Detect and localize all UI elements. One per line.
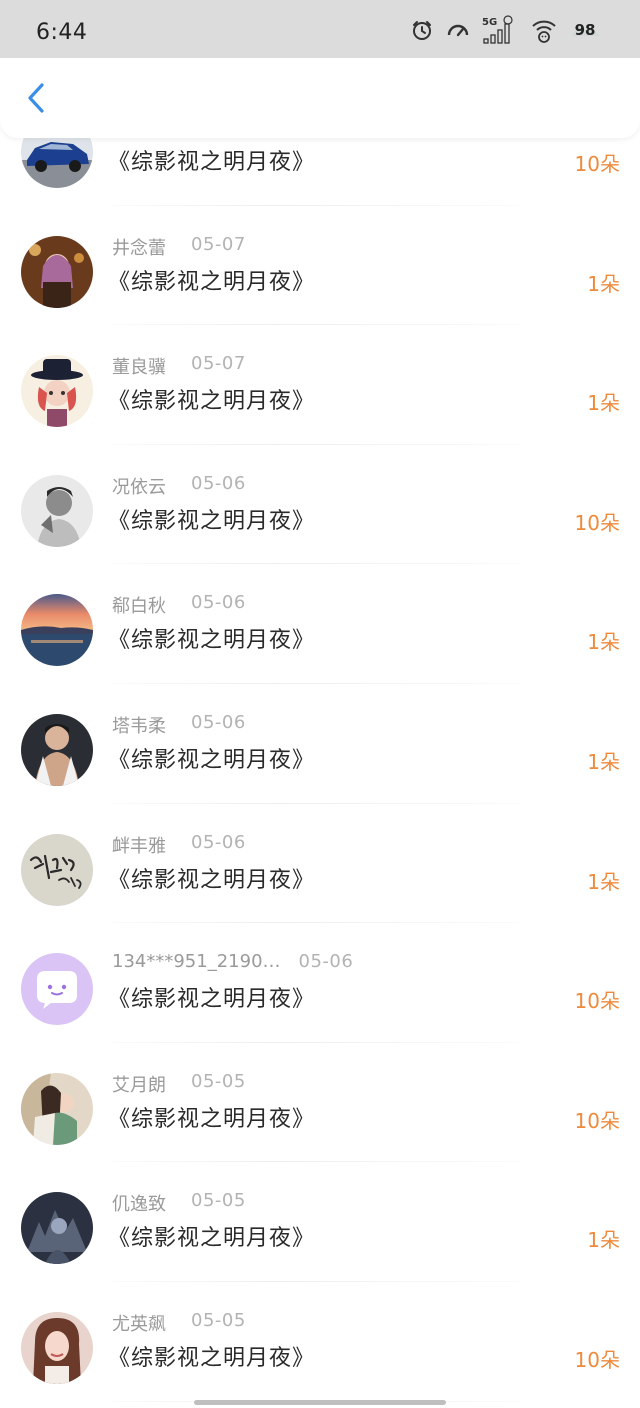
list-item-6[interactable]: 塔韦柔 05-06 《综影视之明月夜》 1朵 (0, 684, 640, 804)
user-name: 井念蕾 (112, 237, 166, 259)
list-item-2[interactable]: 井念蕾 05-07 《综影视之明月夜》 1朵 (0, 206, 640, 326)
book-title: 《综影视之明月夜》 (108, 747, 316, 773)
wifi-icon (530, 16, 558, 44)
flower-amount: 1朵 (587, 630, 620, 655)
record-date: 05-07 (191, 353, 246, 375)
home-indicator[interactable] (194, 1400, 446, 1405)
avatar-calligraphy[interactable] (21, 833, 93, 906)
list-item-5[interactable]: 郗白秋 05-06 《综影视之明月夜》 1朵 (0, 564, 640, 684)
avatar-default-chat[interactable] (21, 953, 93, 1026)
avatar-dark-fantasy[interactable] (21, 1192, 93, 1265)
book-title: 《综影视之明月夜》 (108, 508, 316, 534)
user-name: 郗白秋 (112, 596, 166, 618)
record-date: 05-05 (191, 1309, 246, 1331)
avatar-anime-girl[interactable] (21, 235, 93, 308)
flower-amount: 10朵 (574, 1108, 620, 1133)
svg-text:5G: 5G (482, 17, 497, 28)
book-title: 《综影视之明月夜》 (108, 987, 316, 1013)
flower-amount: 10朵 (574, 510, 620, 535)
user-name: 尤英飙 (112, 1313, 166, 1335)
avatar-sunset[interactable] (21, 594, 93, 667)
status-time: 6:44 (36, 20, 88, 45)
book-title: 《综影视之明月夜》 (108, 1106, 316, 1132)
book-title: 《综影视之明月夜》 (108, 1345, 316, 1371)
list-item-10[interactable]: 仉逸致 05-05 《综影视之明月夜》 1朵 (0, 1162, 640, 1282)
record-date: 05-06 (298, 951, 354, 973)
flower-amount: 1朵 (587, 749, 620, 774)
back-button[interactable] (18, 80, 54, 116)
flower-amount: 1朵 (587, 391, 620, 416)
chevron-left-icon (28, 83, 44, 113)
user-name: 艾月朗 (112, 1074, 166, 1096)
list-item-4[interactable]: 况依云 05-06 《综影视之明月夜》 10朵 (0, 445, 640, 565)
book-title: 《综影视之明月夜》 (108, 628, 316, 654)
user-name: 董良骥 (112, 357, 166, 379)
record-date: 05-05 (191, 1190, 246, 1212)
status-icons: 5G 98 (410, 14, 604, 46)
top-nav-bar (0, 58, 640, 138)
flower-amount: 10朵 (574, 989, 620, 1014)
flower-amount: 1朵 (587, 271, 620, 296)
book-title: 《综影视之明月夜》 (108, 867, 316, 893)
user-name: 赫夏青 (112, 138, 166, 140)
flower-amount: 1朵 (587, 869, 620, 894)
user-name: 衅丰雅 (112, 835, 166, 857)
flower-amount: 1朵 (587, 1228, 620, 1253)
alarm-icon (410, 18, 434, 42)
battery-level: 98 (574, 21, 596, 39)
list-item-7[interactable]: 衅丰雅 05-06 《综影视之明月夜》 1朵 (0, 804, 640, 924)
avatar-car[interactable] (21, 138, 93, 188)
avatar-bw-man[interactable] (21, 474, 93, 547)
book-title: 《综影视之明月夜》 (108, 269, 316, 295)
record-date: 05-05 (191, 1070, 246, 1092)
user-name: 塔韦柔 (112, 715, 166, 737)
list-item-11[interactable]: 尤英飙 05-05 《综影视之明月夜》 10朵 (0, 1282, 640, 1402)
list-item-1[interactable]: 赫夏青 05-07 《综影视之明月夜》 10朵 (0, 138, 640, 206)
record-date: 05-06 (191, 831, 246, 853)
avatar-hat-girl[interactable] (21, 355, 93, 428)
battery-indicator: 98 (570, 20, 604, 40)
record-date: 05-06 (191, 592, 246, 614)
gift-record-list[interactable]: 赫夏青 05-07 《综影视之明月夜》 10朵 井念蕾 05-07 《综影视之明… (0, 138, 640, 1408)
signal-5g-icon: 5G (482, 15, 518, 45)
speedometer-icon (446, 18, 470, 42)
list-item-3[interactable]: 董良骥 05-07 《综影视之明月夜》 1朵 (0, 325, 640, 445)
record-date: 05-06 (191, 711, 246, 733)
record-date: 05-06 (191, 472, 246, 494)
user-name: 况依云 (112, 476, 166, 498)
avatar-girl-selfie[interactable] (21, 1311, 93, 1384)
book-title: 《综影视之明月夜》 (108, 1226, 316, 1252)
list-item-9[interactable]: 艾月朗 05-05 《综影视之明月夜》 10朵 (0, 1043, 640, 1163)
record-date: 05-07 (191, 233, 246, 255)
flower-amount: 10朵 (574, 152, 620, 176)
user-name: 134***951_2190… (112, 951, 281, 973)
avatar-man-dark[interactable] (21, 713, 93, 786)
user-name: 仉逸致 (112, 1194, 166, 1216)
list-item-8[interactable]: 134***951_2190… 05-06 《综影视之明月夜》 10朵 (0, 923, 640, 1043)
book-title: 《综影视之明月夜》 (108, 389, 316, 415)
avatar-couple[interactable] (21, 1072, 93, 1145)
status-bar: 6:44 5G 98 (0, 0, 640, 58)
flower-amount: 10朵 (574, 1347, 620, 1372)
book-title: 《综影视之明月夜》 (108, 150, 316, 175)
